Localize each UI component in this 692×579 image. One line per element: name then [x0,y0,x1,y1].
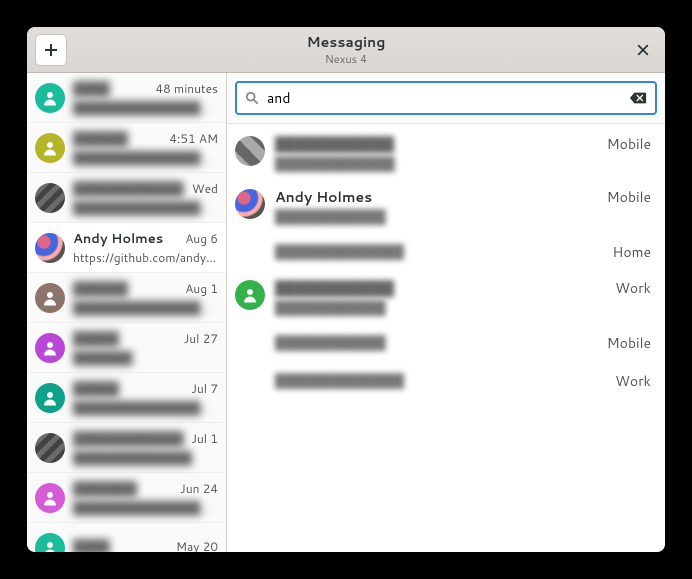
conversation-time: Wed [192,180,218,197]
conversation-time: 48 minutes [156,80,218,97]
person-icon [241,286,259,304]
conversation-time: Aug 6 [185,230,218,247]
conversation-preview: https://github.com/andy… [73,249,218,266]
search-results: █████████████████████████MobileAndy Holm… [227,124,665,552]
contact-number: ████████████ [275,334,386,352]
avatar [35,533,65,553]
avatar [35,233,65,263]
number-type: Work [615,278,651,298]
avatar [35,283,65,313]
contact-name: ████████████ [275,278,394,298]
avatar [35,333,65,363]
avatar [35,483,65,513]
contact-name: ████████████ [275,134,395,154]
conversation-preview: █████████████████████ [73,99,218,116]
conversation-time: Jul 1 [191,430,218,447]
conversation-name: Andy Holmes [73,230,163,248]
contact-number: ██████████████ [275,243,404,261]
conversation-preview: ████████████████… [73,299,218,316]
conversation-time: May 20 [176,538,218,552]
conversation-preview: ███████ [73,349,218,366]
window-subtitle: Nexus 4 [27,51,665,67]
contact-number: ████████████ [275,208,386,226]
conversation-item[interactable]: █████ Jul 27 ███████ [27,323,226,373]
contact-entry[interactable]: Andy Holmes████████████ Mobile [235,183,651,230]
avatar [35,133,65,163]
conversation-name: ██████ [73,130,128,148]
avatar [35,383,65,413]
contact-number: ████████████ [275,299,394,317]
conversation-name: ████████████ [73,430,184,448]
conversation-name: █████ [73,330,119,348]
backspace-icon [629,91,647,105]
conversation-item[interactable]: Andy Holmes Aug 6 https://github.com/andy… [27,223,226,273]
main-pane: █████████████████████████MobileAndy Holm… [227,73,665,552]
conversation-name: ███████ [73,480,137,498]
contact-number: ██████████████ [275,372,404,390]
conversation-time: 4:51 AM [169,130,218,147]
person-icon [41,539,59,553]
conversation-item[interactable]: ███████ Jun 24 ██████████████████████ [27,473,226,523]
avatar [35,433,65,463]
conversation-item[interactable]: ████ 48 minutes █████████████████████ [27,73,226,123]
conversation-name: █████ [73,380,119,398]
conversation-time: Jul 7 [191,380,218,397]
new-conversation-button[interactable] [35,34,67,66]
conversation-item[interactable]: ████ May 20 [27,523,226,552]
searchbar [227,73,665,124]
contact-name: Andy Holmes [275,187,386,207]
person-icon [41,489,59,507]
search-input[interactable] [259,88,629,108]
contact-entry[interactable]: █████████████████████████ Mobile [235,130,651,177]
conversation-preview: ██████████████████████ [73,499,218,516]
contact-number: █████████████ [275,155,395,173]
number-type: Home [612,242,651,262]
person-icon [41,289,59,307]
clear-search-button[interactable] [629,89,647,107]
contact-entry[interactable]: ████████████████████████ Work [235,274,651,321]
conversation-item[interactable]: ████████████ Jul 1 ██████████████ [27,423,226,473]
contact-number-row[interactable]: ██████████████ Home [235,236,651,268]
avatar [235,280,265,310]
conversation-name: ████ [73,80,110,98]
conversation-time: Jun 24 [180,480,218,497]
number-type: Mobile [607,187,651,207]
conversation-item[interactable]: ████████████ Wed ████████████████████ [27,173,226,223]
number-type: Mobile [607,134,651,154]
plus-icon [43,42,59,58]
headerbar: Messaging Nexus 4 [27,27,665,73]
conversation-sidebar[interactable]: ████48 minutes██████████████████████████… [27,73,227,552]
conversation-name: ████ [73,538,110,552]
avatar [35,83,65,113]
person-icon [41,389,59,407]
conversation-name: ██████ [73,280,128,298]
header-titles: Messaging Nexus 4 [27,32,665,67]
search-icon [245,91,259,105]
avatar [35,183,65,213]
conversation-preview: ██████████████ [73,449,218,466]
close-button[interactable] [629,36,657,64]
conversation-preview: ██████████████████… [73,149,218,166]
app-window: Messaging Nexus 4 ████48 minutes████████… [27,27,665,552]
search-input-wrap [235,81,657,115]
conversation-time: Jul 27 [184,330,218,347]
avatar [235,136,265,166]
person-icon [41,339,59,357]
conversation-item[interactable]: ██████ Aug 1 ████████████████… [27,273,226,323]
number-type: Work [615,371,651,391]
avatar [235,189,265,219]
conversation-item[interactable]: ██████ 4:51 AM ██████████████████… [27,123,226,173]
contact-number-row[interactable]: ████████████ Mobile [235,327,651,359]
contact-number-row[interactable]: ██████████████ Work [235,365,651,397]
conversation-preview: ████████████████████ … [73,399,218,416]
conversation-item[interactable]: █████ Jul 7 ████████████████████ … [27,373,226,423]
conversation-time: Aug 1 [185,280,218,297]
conversation-preview: ████████████████████ [73,199,218,216]
close-icon [636,43,650,57]
person-icon [41,139,59,157]
window-title: Messaging [27,32,665,52]
number-type: Mobile [607,333,651,353]
person-icon [41,89,59,107]
conversation-name: ████████████ [73,180,184,198]
